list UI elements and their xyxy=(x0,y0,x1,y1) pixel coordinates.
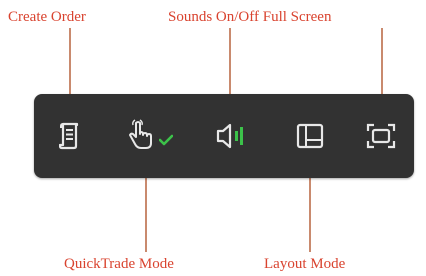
sounds-toggle-button[interactable] xyxy=(212,116,252,156)
layout-mode-label: Layout Mode xyxy=(264,256,346,272)
layout-leader xyxy=(309,170,311,252)
full-screen-button[interactable] xyxy=(362,116,400,156)
quicktrade-mode-label: QuickTrade Mode xyxy=(64,256,174,272)
create-order-button[interactable] xyxy=(54,116,86,156)
full-screen-icon xyxy=(366,123,396,149)
toolbar xyxy=(34,94,414,178)
quicktrade-leader xyxy=(145,170,147,252)
checkmark-icon xyxy=(158,134,173,146)
layout-mode-icon xyxy=(296,123,324,149)
create-order-icon xyxy=(59,122,79,150)
layout-mode-button[interactable] xyxy=(292,116,328,156)
sound-on-icon xyxy=(216,123,243,149)
quicktrade-mode-button[interactable] xyxy=(124,116,174,156)
create-order-label: Create Order xyxy=(8,9,86,25)
quicktrade-hand-icon xyxy=(128,119,152,149)
sounds-fullscreen-label: Sounds On/Off Full Screen xyxy=(168,9,332,25)
